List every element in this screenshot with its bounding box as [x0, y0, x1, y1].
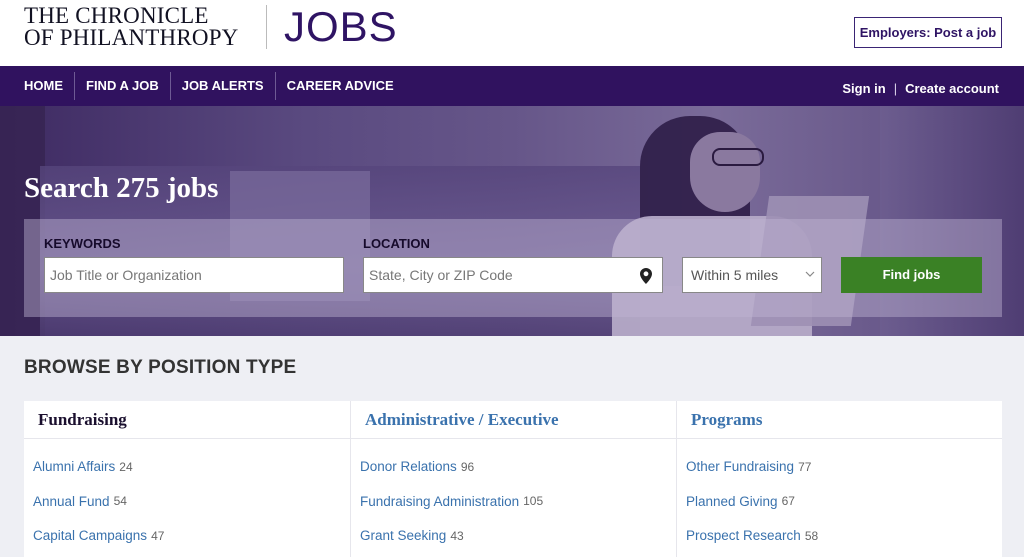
list-item: Prospect Research 58: [686, 519, 1002, 554]
position-link[interactable]: Donor Relations: [360, 459, 457, 474]
chronicle-logo[interactable]: THE CHRONICLE OF PHILANTHROPY: [24, 3, 239, 50]
list-item: Other Fundraising 77: [686, 449, 1002, 484]
site-header: THE CHRONICLE OF PHILANTHROPY JOBS Emplo…: [0, 0, 1024, 66]
position-count: 54: [113, 494, 127, 509]
position-list: Donor Relations 96 Fundraising Administr…: [351, 449, 676, 553]
hero-search: Search 275 jobs KEYWORDS LOCATION Within…: [0, 106, 1024, 336]
position-column-administrative: Administrative / Executive Donor Relatio…: [350, 401, 676, 557]
position-link[interactable]: Prospect Research: [686, 528, 801, 543]
tab-fundraising[interactable]: Fundraising: [24, 401, 350, 439]
nav-separator: |: [893, 80, 898, 96]
nav-item-career-advice[interactable]: CAREER ADVICE: [274, 72, 405, 100]
search-title: Search 275 jobs: [24, 172, 219, 204]
list-item: Alumni Affairs 24: [33, 449, 350, 484]
position-link[interactable]: Annual Fund: [33, 494, 110, 509]
position-link[interactable]: Grant Seeking: [360, 528, 446, 543]
nav-links: HOME FIND A JOB JOB ALERTS CAREER ADVICE: [24, 66, 405, 106]
position-count: 47: [151, 528, 165, 543]
position-count: 58: [804, 528, 819, 543]
browse-section-title: BROWSE BY POSITION TYPE: [24, 357, 297, 378]
position-link[interactable]: Planned Giving: [686, 494, 778, 509]
list-item: Fundraising Administration 105: [360, 484, 676, 519]
logo-divider: [266, 5, 267, 49]
position-list: Other Fundraising 77 Planned Giving 67 P…: [677, 449, 1002, 553]
list-item: Capital Campaigns 47: [33, 519, 350, 554]
jobs-logo[interactable]: JOBS: [284, 3, 398, 51]
position-column-fundraising: Fundraising Alumni Affairs 24 Annual Fun…: [24, 401, 350, 557]
nav-item-job-alerts[interactable]: JOB ALERTS: [169, 72, 275, 100]
account-links: Sign in | Create account: [842, 66, 999, 110]
list-item: Grant Seeking 43: [360, 519, 676, 554]
tab-administrative-executive[interactable]: Administrative / Executive: [351, 401, 676, 439]
hero-photo-person-face: [690, 132, 760, 212]
position-count: 43: [450, 528, 464, 543]
radius-select[interactable]: Within 5 miles: [682, 257, 822, 293]
position-list: Alumni Affairs 24 Annual Fund 54 Capital…: [24, 449, 350, 553]
location-label: LOCATION: [363, 236, 430, 251]
position-count: 77: [798, 459, 812, 474]
location-input[interactable]: [369, 258, 619, 292]
map-pin-icon[interactable]: [640, 268, 652, 284]
main-nav: HOME FIND A JOB JOB ALERTS CAREER ADVICE…: [0, 66, 1024, 106]
hero-photo-glasses: [712, 148, 764, 166]
keywords-input[interactable]: [50, 258, 343, 292]
list-item: Donor Relations 96: [360, 449, 676, 484]
nav-item-home[interactable]: HOME: [24, 72, 74, 100]
post-job-button[interactable]: Employers: Post a job: [854, 17, 1002, 48]
list-item: Planned Giving 67: [686, 484, 1002, 519]
position-count: 67: [781, 494, 795, 509]
position-link[interactable]: Alumni Affairs: [33, 459, 115, 474]
tab-programs[interactable]: Programs: [677, 401, 1002, 439]
radius-selected-value: Within 5 miles: [691, 267, 779, 283]
search-panel: KEYWORDS LOCATION Within 5 miles Find jo…: [24, 219, 1002, 317]
list-item: Annual Fund 54: [33, 484, 350, 519]
find-jobs-button[interactable]: Find jobs: [841, 257, 982, 293]
sign-in-link[interactable]: Sign in: [842, 81, 885, 96]
logo-line-2: OF PHILANTHROPY: [24, 25, 239, 50]
position-type-browser: Fundraising Alumni Affairs 24 Annual Fun…: [24, 401, 1002, 557]
position-count: 105: [523, 494, 544, 509]
logo-line-1: THE CHRONICLE: [24, 3, 209, 28]
create-account-link[interactable]: Create account: [905, 81, 999, 96]
nav-item-find-a-job[interactable]: FIND A JOB: [74, 72, 170, 100]
location-field-wrapper: [363, 257, 663, 293]
position-column-programs: Programs Other Fundraising 77 Planned Gi…: [676, 401, 1002, 557]
position-link[interactable]: Capital Campaigns: [33, 528, 147, 543]
keywords-label: KEYWORDS: [44, 236, 121, 251]
chevron-down-icon: [805, 271, 815, 277]
position-count: 96: [460, 459, 475, 474]
position-count: 24: [119, 459, 133, 474]
keywords-field-wrapper: [44, 257, 344, 293]
position-link[interactable]: Other Fundraising: [686, 459, 794, 474]
position-link[interactable]: Fundraising Administration: [360, 494, 519, 509]
